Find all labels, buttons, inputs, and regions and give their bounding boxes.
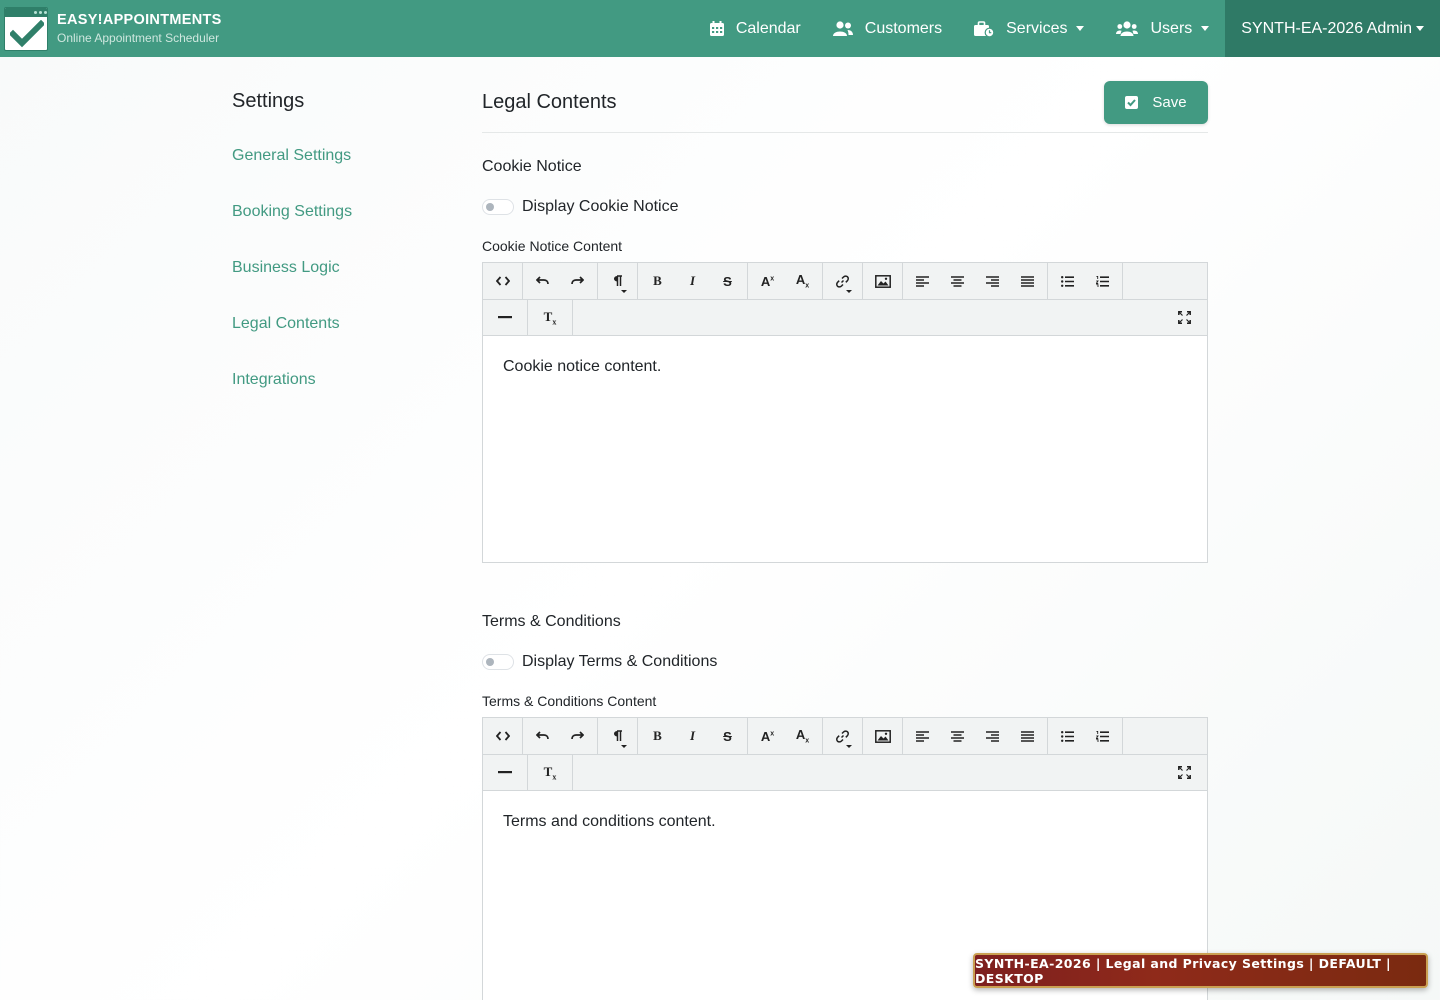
nav-users-label: Users: [1150, 19, 1193, 37]
cookie-notice-content-editor[interactable]: Cookie notice content.: [483, 336, 1207, 562]
nav-customers-label: Customers: [864, 19, 943, 37]
bold-icon[interactable]: B: [640, 718, 675, 754]
undo-icon[interactable]: [525, 263, 560, 299]
redo-icon[interactable]: [560, 718, 595, 754]
link-icon[interactable]: [825, 263, 860, 299]
nav-users[interactable]: Users: [1100, 0, 1225, 57]
align-right-icon[interactable]: [975, 263, 1010, 299]
environment-badge: SYNTH-EA-2026 | Legal and Privacy Settin…: [973, 953, 1428, 988]
top-navbar: EASY!APPOINTMENTS Online Appointment Sch…: [0, 0, 1440, 57]
editor-toolbar: B I S Ax Ax Tx: [483, 263, 1207, 336]
link-icon[interactable]: [825, 718, 860, 754]
display-cookie-notice-toggle[interactable]: [482, 199, 514, 215]
nav-admin-menu[interactable]: SYNTH-EA-2026 Admin: [1225, 0, 1440, 57]
undo-icon[interactable]: [525, 718, 560, 754]
sidebar-item-business-logic[interactable]: Business Logic: [232, 257, 452, 313]
numbered-list-icon[interactable]: [1085, 263, 1120, 299]
align-justify-icon[interactable]: [1010, 718, 1045, 754]
subscript-icon[interactable]: Ax: [785, 718, 820, 754]
strikethrough-icon[interactable]: S: [710, 718, 745, 754]
main-header: Legal Contents Save: [482, 81, 1208, 133]
main-content: Legal Contents Save Cookie Notice Displa…: [482, 81, 1208, 1000]
save-button-label: Save: [1152, 94, 1187, 111]
users-icon: [1116, 21, 1139, 36]
settings-sidebar: Settings General Settings Booking Settin…: [232, 90, 452, 425]
redo-icon[interactable]: [560, 263, 595, 299]
nav-calendar[interactable]: Calendar: [694, 0, 817, 57]
terms-content-label: Terms & Conditions Content: [482, 693, 657, 709]
display-cookie-notice-label[interactable]: Display Cookie Notice: [522, 198, 679, 216]
align-left-icon[interactable]: [905, 263, 940, 299]
nav-calendar-label: Calendar: [735, 19, 801, 37]
cookie-notice-editor: B I S Ax Ax Tx Cookie notice content.: [482, 262, 1208, 563]
align-right-icon[interactable]: [975, 718, 1010, 754]
save-button[interactable]: Save: [1104, 81, 1208, 124]
numbered-list-icon[interactable]: [1085, 718, 1120, 754]
brand-title: EASY!APPOINTMENTS: [57, 12, 222, 28]
nav-customers[interactable]: Customers: [817, 0, 958, 57]
clear-format-icon[interactable]: Tx: [530, 755, 570, 791]
brand-subtitle: Online Appointment Scheduler: [57, 31, 220, 45]
sidebar-item-general-settings[interactable]: General Settings: [232, 145, 452, 201]
code-view-icon[interactable]: [485, 718, 520, 754]
terms-section: Terms & Conditions Display Terms & Condi…: [482, 613, 1208, 1000]
clear-format-icon[interactable]: Tx: [530, 300, 570, 336]
chevron-down-icon: [1201, 26, 1210, 31]
align-left-icon[interactable]: [905, 718, 940, 754]
superscript-icon[interactable]: Ax: [750, 718, 785, 754]
cookie-notice-content-label: Cookie Notice Content: [482, 238, 623, 254]
bold-icon[interactable]: B: [640, 263, 675, 299]
fullscreen-icon[interactable]: [1161, 300, 1207, 336]
align-center-icon[interactable]: [940, 263, 975, 299]
sidebar-item-integrations[interactable]: Integrations: [232, 369, 452, 425]
brand-logo-icon: [4, 6, 48, 51]
display-terms-toggle[interactable]: [482, 654, 514, 670]
code-view-icon[interactable]: [485, 263, 520, 299]
check-square-icon: [1125, 96, 1139, 109]
calendar-icon: [709, 21, 724, 36]
horizontal-rule-icon[interactable]: [485, 300, 525, 336]
sidebar-item-booking-settings[interactable]: Booking Settings: [232, 201, 452, 257]
display-terms-label[interactable]: Display Terms & Conditions: [522, 653, 717, 671]
chevron-down-icon: [1416, 26, 1424, 31]
cookie-notice-section: Cookie Notice Display Cookie Notice Cook…: [482, 158, 1208, 563]
services-icon: [974, 20, 995, 37]
sidebar-title: Settings: [232, 90, 305, 112]
superscript-icon[interactable]: Ax: [750, 263, 785, 299]
customers-icon: [832, 21, 853, 36]
paragraph-icon[interactable]: [600, 263, 635, 299]
strikethrough-icon[interactable]: S: [710, 263, 745, 299]
paragraph-icon[interactable]: [600, 718, 635, 754]
bulleted-list-icon[interactable]: [1050, 263, 1085, 299]
chevron-down-icon: [1076, 26, 1085, 31]
nav-admin-label: SYNTH-EA-2026 Admin: [1241, 19, 1412, 37]
sidebar-item-legal-contents[interactable]: Legal Contents: [232, 313, 452, 369]
bulleted-list-icon[interactable]: [1050, 718, 1085, 754]
fullscreen-icon[interactable]: [1161, 755, 1207, 791]
image-icon[interactable]: [865, 263, 900, 299]
page-title: Legal Contents: [482, 91, 617, 113]
cookie-notice-title: Cookie Notice: [482, 158, 582, 175]
nav-services[interactable]: Services: [958, 0, 1100, 57]
align-center-icon[interactable]: [940, 718, 975, 754]
subscript-icon[interactable]: Ax: [785, 263, 820, 299]
terms-title: Terms & Conditions: [482, 613, 621, 630]
italic-icon[interactable]: I: [675, 718, 710, 754]
image-icon[interactable]: [865, 718, 900, 754]
horizontal-rule-icon[interactable]: [485, 755, 525, 791]
brand[interactable]: EASY!APPOINTMENTS Online Appointment Sch…: [0, 0, 222, 57]
editor-toolbar: B I S Ax Ax Tx: [483, 718, 1207, 791]
nav-services-label: Services: [1006, 19, 1068, 37]
italic-icon[interactable]: I: [675, 263, 710, 299]
align-justify-icon[interactable]: [1010, 263, 1045, 299]
